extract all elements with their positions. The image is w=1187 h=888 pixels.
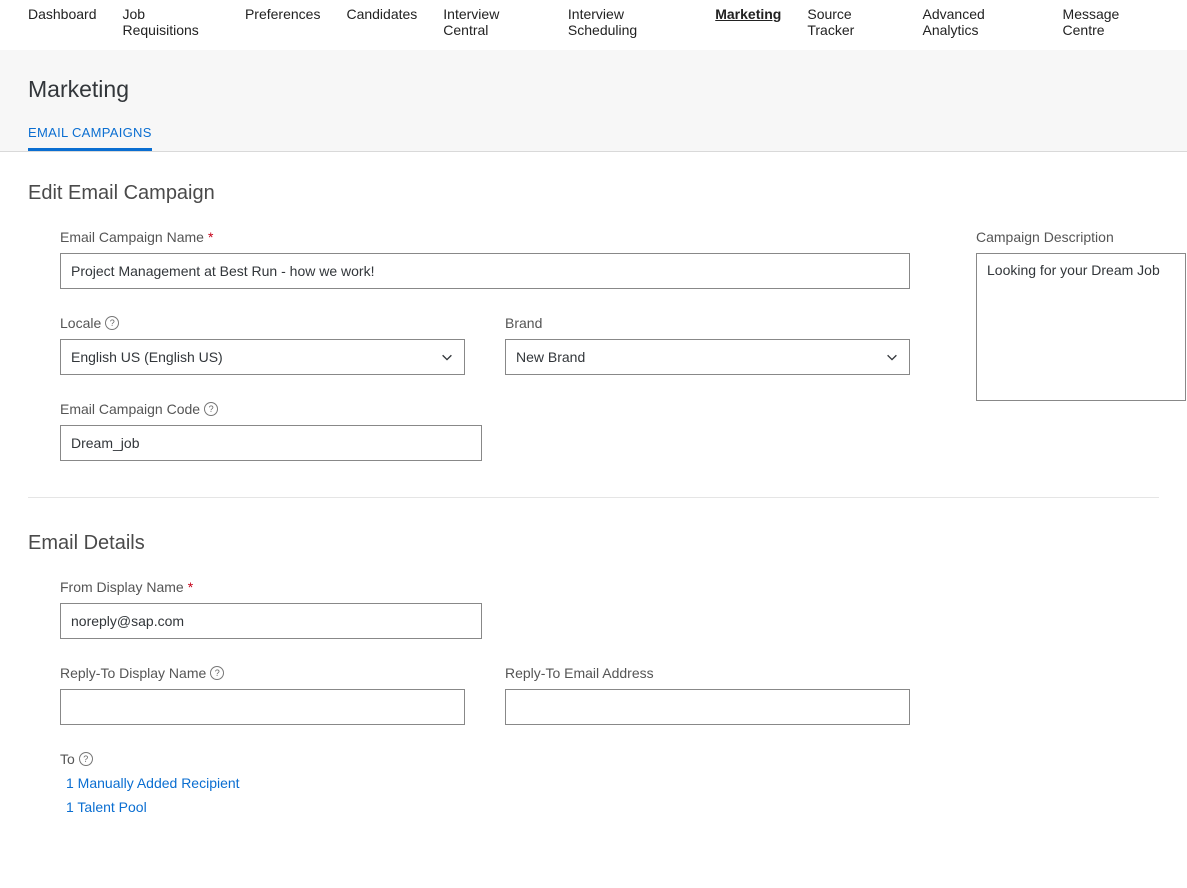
tab-email-campaigns[interactable]: Email Campaigns [28, 117, 152, 151]
section-title-email-details: Email Details [28, 532, 1159, 555]
edit-campaign-form: Email Campaign Name* Locale ? English US… [28, 229, 1159, 487]
label-campaign-code-text: Email Campaign Code [60, 401, 200, 417]
to-link[interactable]: 1 Talent Pool [66, 799, 240, 815]
nav-item-advanced-analytics[interactable]: Advanced Analytics [923, 6, 1037, 38]
chevron-down-icon [440, 350, 454, 364]
page-title: Marketing [28, 76, 1159, 103]
campaign-code-input[interactable] [60, 425, 482, 461]
label-campaign-name: Email Campaign Name* [60, 229, 910, 245]
reply-to-name-input[interactable] [60, 689, 465, 725]
help-icon[interactable]: ? [105, 316, 119, 330]
field-brand: Brand New Brand [505, 315, 910, 375]
label-from-display-name: From Display Name* [60, 579, 482, 595]
field-to: To ? 1 Manually Added Recipient 1 Talent … [60, 751, 240, 823]
field-locale: Locale ? English US (English US) [60, 315, 465, 375]
help-icon[interactable]: ? [79, 752, 93, 766]
label-reply-to-name-text: Reply-To Display Name [60, 665, 206, 681]
content: Edit Email Campaign Email Campaign Name*… [0, 152, 1187, 873]
label-reply-to-name: Reply-To Display Name ? [60, 665, 465, 681]
chevron-down-icon [885, 350, 899, 364]
nav-item-job-requisitions[interactable]: Job Requisitions [123, 6, 219, 38]
page-header: Marketing Email Campaigns [0, 50, 1187, 152]
to-link-list: 1 Manually Added Recipient 1 Talent Pool [60, 775, 240, 823]
from-display-name-input[interactable] [60, 603, 482, 639]
required-asterisk: * [208, 229, 213, 245]
nav-item-interview-scheduling[interactable]: Interview Scheduling [568, 6, 689, 38]
campaign-name-input[interactable] [60, 253, 910, 289]
sub-tabs: Email Campaigns [28, 117, 1159, 151]
help-icon[interactable]: ? [204, 402, 218, 416]
nav-item-source-tracker[interactable]: Source Tracker [807, 6, 896, 38]
label-to-text: To [60, 751, 75, 767]
nav-item-candidates[interactable]: Candidates [346, 6, 417, 38]
section-divider [28, 497, 1159, 498]
nav-item-marketing[interactable]: Marketing [715, 6, 781, 38]
label-campaign-name-text: Email Campaign Name [60, 229, 204, 245]
field-reply-to-name: Reply-To Display Name ? [60, 665, 465, 725]
top-nav: Dashboard Job Requisitions Preferences Cand… [0, 0, 1187, 50]
field-reply-to-email: Reply-To Email Address [505, 665, 910, 725]
field-campaign-code: Email Campaign Code ? [60, 401, 482, 461]
locale-select[interactable]: English US (English US) [60, 339, 465, 375]
label-brand: Brand [505, 315, 910, 331]
label-to: To ? [60, 751, 240, 767]
campaign-description-textarea[interactable]: Looking for your Dream Job [976, 253, 1186, 401]
label-campaign-code: Email Campaign Code ? [60, 401, 482, 417]
brand-select-value: New Brand [516, 349, 585, 365]
nav-item-preferences[interactable]: Preferences [245, 6, 320, 38]
required-asterisk: * [188, 579, 193, 595]
field-campaign-description: Campaign Description Looking for your Dr… [976, 229, 1186, 401]
brand-select[interactable]: New Brand [505, 339, 910, 375]
nav-item-dashboard[interactable]: Dashboard [28, 6, 97, 38]
help-icon[interactable]: ? [210, 666, 224, 680]
locale-select-value: English US (English US) [71, 349, 223, 365]
nav-item-interview-central[interactable]: Interview Central [443, 6, 542, 38]
label-locale: Locale ? [60, 315, 465, 331]
section-title-edit-campaign: Edit Email Campaign [28, 182, 1159, 205]
nav-item-message-centre[interactable]: Message Centre [1063, 6, 1159, 38]
reply-to-email-input[interactable] [505, 689, 910, 725]
field-campaign-name: Email Campaign Name* [60, 229, 910, 289]
field-from-display-name: From Display Name* [60, 579, 482, 639]
label-reply-to-email: Reply-To Email Address [505, 665, 910, 681]
to-link[interactable]: 1 Manually Added Recipient [66, 775, 240, 791]
label-locale-text: Locale [60, 315, 101, 331]
label-from-text: From Display Name [60, 579, 184, 595]
label-campaign-description: Campaign Description [976, 229, 1186, 245]
